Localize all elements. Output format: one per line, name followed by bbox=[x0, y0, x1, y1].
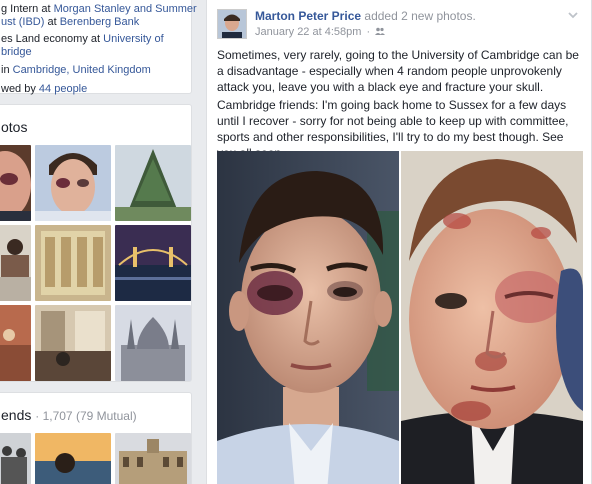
intro-university-link[interactable]: University of bbox=[103, 33, 164, 45]
intro-education-text: es Land economy at bbox=[1, 33, 101, 45]
chevron-down-icon[interactable] bbox=[567, 9, 579, 21]
friends-title[interactable]: ends bbox=[1, 407, 31, 423]
intro-education-line: es Land economy at University of bbox=[1, 33, 164, 46]
intro-location-line: in Cambridge, United Kingdom bbox=[1, 64, 151, 77]
friend-thumb-1[interactable] bbox=[0, 433, 31, 484]
intro-at-text: at bbox=[47, 16, 57, 28]
intro-work-line: g Intern at Morgan Stanley and Summer bbox=[1, 3, 197, 16]
meta-separator: · bbox=[366, 26, 371, 38]
post-card: Marton Peter Price added 2 new photos. J… bbox=[206, 0, 592, 484]
photo-thumb-5[interactable] bbox=[35, 225, 111, 301]
audience-friends-icon[interactable] bbox=[375, 27, 386, 39]
post-text-paragraph-1: Sometimes, very rarely, going to the Uni… bbox=[217, 48, 579, 94]
photos-card: otos bbox=[0, 104, 192, 382]
photo-thumb-8[interactable] bbox=[35, 305, 111, 381]
photo-thumb-3[interactable] bbox=[115, 145, 191, 221]
author-name-link[interactable]: Marton Peter Price bbox=[255, 9, 361, 23]
photo-thumb-2[interactable] bbox=[35, 145, 111, 221]
photos-title[interactable]: otos bbox=[1, 119, 27, 135]
friend-thumb-3[interactable] bbox=[115, 433, 191, 484]
intro-education-line-2: bridge bbox=[1, 46, 32, 59]
photo-thumb-1[interactable] bbox=[0, 145, 31, 221]
intro-card: g Intern at Morgan Stanley and Summer us… bbox=[0, 0, 197, 96]
friends-card: ends · 1,707 (79 Mutual) bbox=[0, 392, 192, 484]
friends-title-row: ends · 1,707 (79 Mutual) bbox=[1, 407, 137, 423]
photo-thumb-4[interactable] bbox=[0, 225, 31, 301]
intro-location-text: in bbox=[1, 64, 10, 76]
intro-location-link[interactable]: Cambridge, United Kingdom bbox=[13, 64, 151, 76]
post-action-text: added 2 new photos. bbox=[364, 9, 476, 23]
photo-thumb-9[interactable] bbox=[115, 305, 191, 381]
intro-work-line-2: ust (IBD) at Berenberg Bank bbox=[1, 16, 139, 29]
post-photo-2[interactable] bbox=[401, 151, 583, 484]
intro-ibd-link[interactable]: ust (IBD) bbox=[1, 16, 44, 28]
intro-followers-line: wed by 44 people bbox=[1, 83, 87, 96]
intro-work-link[interactable]: Morgan Stanley and Summer bbox=[54, 3, 197, 15]
post-header-line: Marton Peter Price added 2 new photos. bbox=[255, 9, 476, 23]
friend-thumb-2[interactable] bbox=[35, 433, 111, 484]
friends-count: · 1,707 (79 Mutual) bbox=[35, 409, 137, 423]
photo-thumb-6[interactable] bbox=[115, 225, 191, 301]
intro-cambridge-link[interactable]: bridge bbox=[1, 46, 32, 58]
photo-thumb-7[interactable] bbox=[0, 305, 31, 381]
intro-followers-link[interactable]: 44 people bbox=[39, 83, 87, 95]
post-meta: January 22 at 4:58pm · bbox=[255, 26, 386, 39]
post-photo-1[interactable] bbox=[217, 151, 399, 484]
post-timestamp[interactable]: January 22 at 4:58pm bbox=[255, 26, 361, 38]
author-avatar[interactable] bbox=[217, 9, 247, 39]
intro-followers-text: wed by bbox=[1, 83, 36, 95]
intro-berenberg-link[interactable]: Berenberg Bank bbox=[60, 16, 140, 28]
intro-work-text: g Intern at bbox=[1, 3, 51, 15]
